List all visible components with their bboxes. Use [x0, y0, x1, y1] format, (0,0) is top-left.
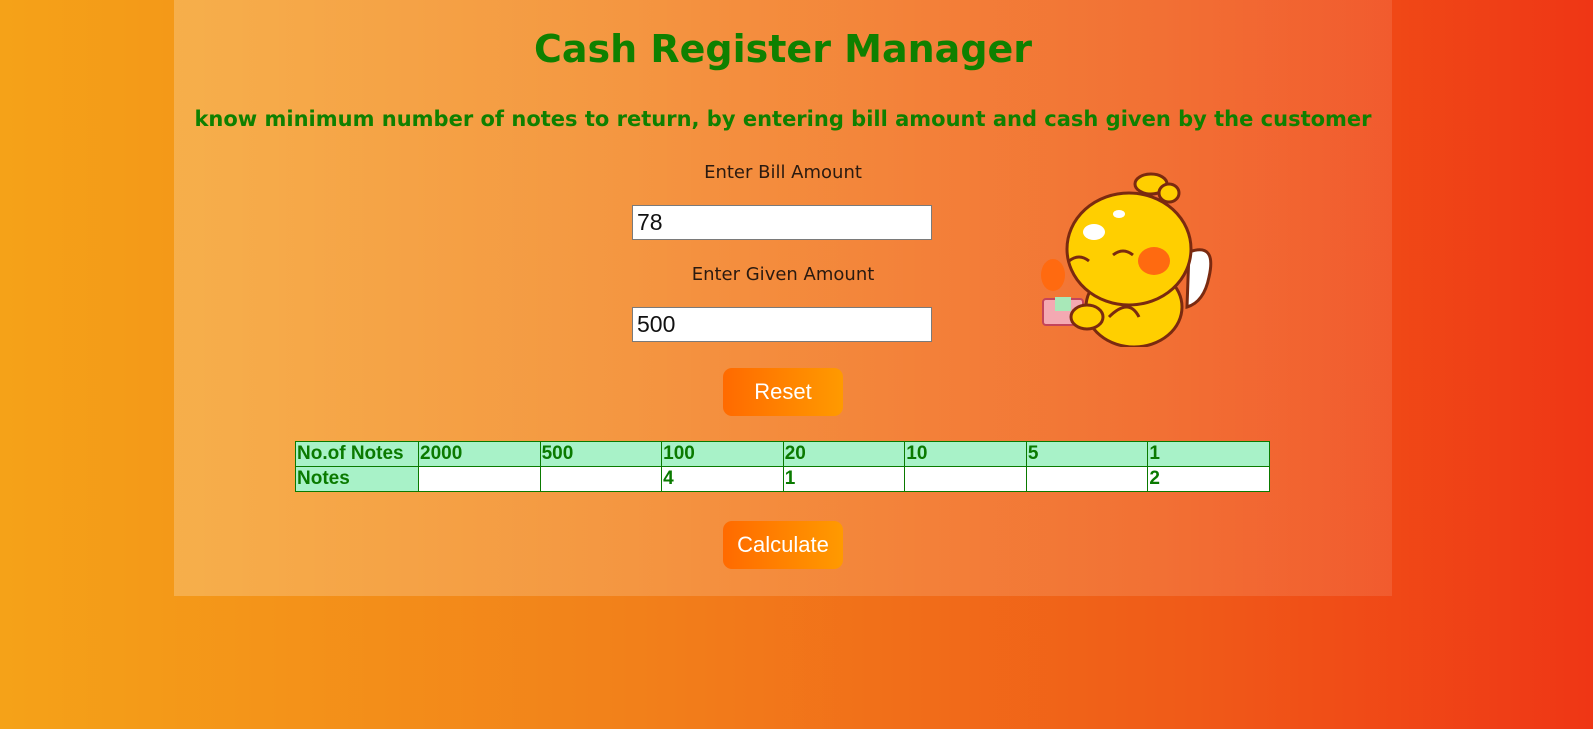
table-cell: 1: [782, 466, 906, 492]
table-header-cell: 20: [782, 441, 906, 467]
table-header-cell: 500: [539, 441, 663, 467]
table-cell: 4: [661, 466, 784, 492]
table-header-cell: 5: [1025, 441, 1149, 467]
table-header-cell: 10: [904, 441, 1027, 467]
table-row-label: Notes: [295, 466, 419, 492]
page-title: Cash Register Manager: [533, 27, 1033, 71]
table-cell: [539, 466, 663, 492]
table-header-cell: 1: [1147, 441, 1270, 467]
table-cell: [904, 466, 1027, 492]
table-header-cell: 2000: [418, 441, 541, 467]
notes-table: No.of Notes 2000 500 100 20 10 5 1 Notes…: [295, 441, 1270, 492]
page-subtitle: know minimum number of notes to return, …: [194, 107, 1372, 131]
calculate-button[interactable]: Calculate: [723, 521, 843, 569]
main-panel: Cash Register Manager know minimum numbe…: [174, 0, 1392, 596]
table-cell: [418, 466, 541, 492]
table-header-cell: No.of Notes: [295, 441, 419, 467]
table-header-row: No.of Notes 2000 500 100 20 10 5 1: [295, 441, 1270, 467]
given-amount-input[interactable]: [632, 307, 932, 342]
table-header-cell: 100: [661, 441, 784, 467]
bill-amount-input[interactable]: [632, 205, 932, 240]
reset-button[interactable]: Reset: [723, 368, 843, 416]
table-row: Notes 4 1 2: [295, 466, 1270, 492]
mascot-chick-image: [1041, 172, 1213, 347]
table-cell: 2: [1147, 466, 1270, 492]
table-cell: [1025, 466, 1149, 492]
